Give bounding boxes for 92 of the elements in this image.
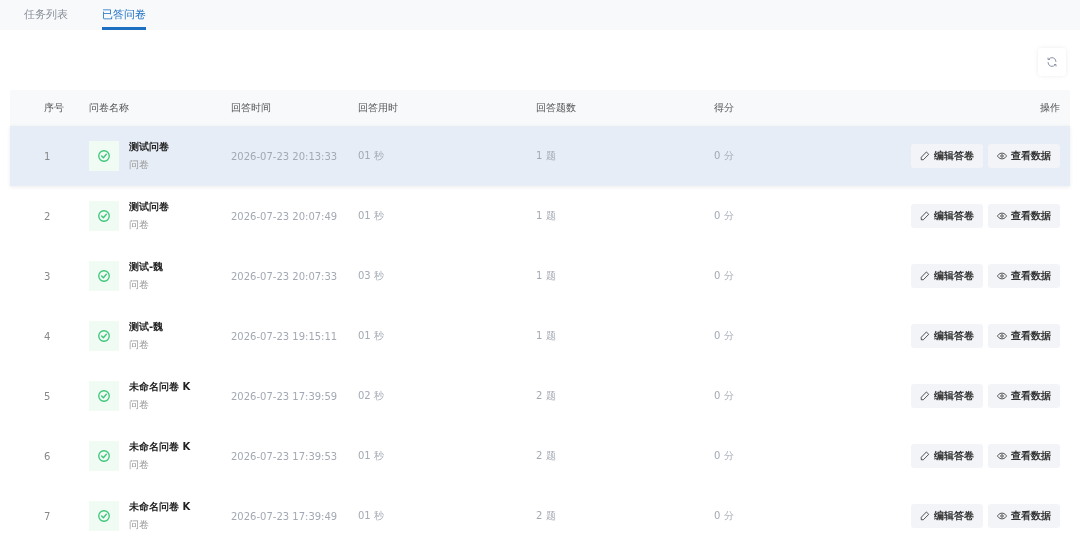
score: 0 分 [714,209,735,223]
row-index: 6 [43,450,52,462]
survey-name: 测试-魏 [129,320,164,334]
tab[interactable]: 已答问卷 [102,0,146,30]
row-index: 2 [43,210,52,222]
question-count: 1 题 [536,209,557,223]
pencil-icon [920,511,930,521]
table-row[interactable]: 7 未命名问卷 K 问卷 2026-07-23 17:39:49 01 秒 2 题 0 分 编辑答卷 查看数据 [10,486,1070,543]
score: 0 分 [714,449,735,463]
eye-icon [997,271,1007,281]
survey-type: 问卷 [129,218,150,232]
pencil-icon [920,211,930,221]
column-header: 得分 [714,101,735,115]
row-index: 5 [43,390,52,402]
pencil-icon [920,271,930,281]
column-header: 操作 [1039,101,1061,115]
answer-duration: 02 秒 [358,389,385,403]
answer-time: 2026-07-23 17:39:59 [231,390,339,402]
column-header: 序号 [43,101,65,115]
edit-answers-button[interactable]: 编辑答卷 [911,204,983,228]
table-row[interactable]: 6 未命名问卷 K 问卷 2026-07-23 17:39:53 01 秒 2 题 0 分 编辑答卷 查看数据 [10,426,1070,486]
survey-type: 问卷 [129,158,150,172]
view-data-button[interactable]: 查看数据 [988,384,1060,408]
survey-name: 未命名问卷 K [129,440,191,454]
answer-duration: 03 秒 [358,269,385,283]
table-row[interactable]: 3 测试-魏 问卷 2026-07-23 20:07:33 03 秒 1 题 0 分 编辑答卷 查看数据 [10,246,1070,306]
answer-duration: 01 秒 [358,209,385,223]
question-count: 2 题 [536,449,557,463]
question-count: 2 题 [536,509,557,523]
pencil-icon [920,151,930,161]
edit-answers-button[interactable]: 编辑答卷 [911,444,983,468]
eye-icon [997,211,1007,221]
score: 0 分 [714,329,735,343]
row-index: 7 [43,510,52,522]
answer-duration: 01 秒 [358,149,385,163]
column-header: 问卷名称 [89,101,130,115]
pencil-icon [920,331,930,341]
score: 0 分 [714,389,735,403]
table-row[interactable]: 2 测试问卷 问卷 2026-07-23 20:07:49 01 秒 1 题 0 分 编辑答卷 查看数据 [10,186,1070,246]
edit-answers-button[interactable]: 编辑答卷 [911,384,983,408]
survey-type: 问卷 [129,278,150,292]
eye-icon [997,391,1007,401]
table-row[interactable]: 4 测试-魏 问卷 2026-07-23 19:15:11 01 秒 1 题 0 分 编辑答卷 查看数据 [10,306,1070,366]
answer-time: 2026-07-23 17:39:53 [231,450,339,462]
edit-answers-button[interactable]: 编辑答卷 [911,504,983,528]
answer-time: 2026-07-23 17:39:49 [231,510,339,522]
column-header: 回答时间 [231,101,272,115]
row-index: 1 [43,150,52,162]
view-data-button[interactable]: 查看数据 [988,444,1060,468]
edit-answers-button[interactable]: 编辑答卷 [911,324,983,348]
view-data-button[interactable]: 查看数据 [988,264,1060,288]
survey-name: 测试问卷 [129,200,169,214]
score: 0 分 [714,509,735,523]
answer-duration: 01 秒 [358,509,385,523]
pencil-icon [920,451,930,461]
column-header: 回答题数 [536,101,577,115]
answer-time: 2026-07-23 20:13:33 [231,150,339,162]
answer-duration: 01 秒 [358,449,385,463]
survey-name: 未命名问卷 K [129,380,191,394]
question-count: 2 题 [536,389,557,403]
edit-answers-button[interactable]: 编辑答卷 [911,264,983,288]
pencil-icon [920,391,930,401]
eye-icon [997,511,1007,521]
survey-name: 未命名问卷 K [129,500,191,514]
survey-type: 问卷 [129,458,150,472]
question-count: 1 题 [536,269,557,283]
eye-icon [997,331,1007,341]
column-header: 回答用时 [358,101,399,115]
view-data-button[interactable]: 查看数据 [988,324,1060,348]
survey-type: 问卷 [129,518,150,532]
refresh-icon [1046,56,1058,68]
view-data-button[interactable]: 查看数据 [988,144,1060,168]
row-index: 4 [43,330,52,342]
answer-time: 2026-07-23 20:07:33 [231,270,339,282]
survey-type: 问卷 [129,338,150,352]
answer-time: 2026-07-23 20:07:49 [231,210,339,222]
answer-time: 2026-07-23 19:15:11 [231,330,339,342]
refresh-button[interactable] [1038,48,1066,76]
eye-icon [997,451,1007,461]
survey-name: 测试问卷 [129,140,169,154]
question-count: 1 题 [536,149,557,163]
score: 0 分 [714,269,735,283]
row-index: 3 [43,270,52,282]
question-count: 1 题 [536,329,557,343]
survey-name: 测试-魏 [129,260,164,274]
survey-type: 问卷 [129,398,150,412]
edit-answers-button[interactable]: 编辑答卷 [911,144,983,168]
eye-icon [997,151,1007,161]
view-data-button[interactable]: 查看数据 [988,504,1060,528]
answer-duration: 01 秒 [358,329,385,343]
view-data-button[interactable]: 查看数据 [988,204,1060,228]
table-row[interactable]: 5 未命名问卷 K 问卷 2026-07-23 17:39:59 02 秒 2 题 0 分 编辑答卷 查看数据 [10,366,1070,426]
